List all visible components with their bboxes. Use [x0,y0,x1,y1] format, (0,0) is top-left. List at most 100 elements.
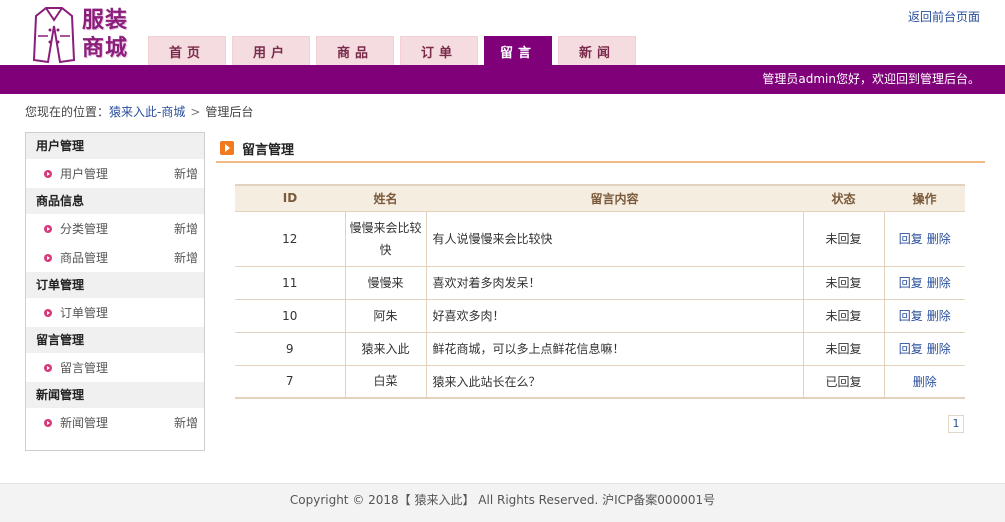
logo-text-line2: 商城 [82,35,129,61]
cell-content: 有人说慢慢来会比较快 [426,211,804,267]
sidebar-add-news-link[interactable]: 新增 [174,414,198,431]
cell-status: 未回复 [803,211,885,267]
cell-name: 慢慢来 [345,266,427,300]
cell-actions: 回复 删除 [884,299,965,333]
bullet-arrow-icon [44,308,52,317]
cell-id: 7 [235,365,346,399]
breadcrumb-home-link[interactable]: 猿来入此-商城 [109,105,185,119]
main-nav-tabs: 首页 用户 商品 订单 留言 新闻 [148,36,642,66]
breadcrumb-current: 管理后台 [205,105,254,119]
cell-status: 未回复 [803,332,885,366]
cell-id: 12 [235,211,346,267]
sidebar-item-label[interactable]: 分类管理 [60,220,174,237]
sidebar-add-product-link[interactable]: 新增 [174,249,198,266]
cell-content: 猿来入此站长在么？ [426,365,804,399]
cell-actions: 回复 删除 [884,332,965,366]
column-header-name: 姓名 [345,184,426,212]
sidebar-group-orders-title: 订单管理 [26,272,204,298]
column-header-status: 状态 [803,184,884,212]
cell-id: 11 [235,266,346,300]
sidebar-item-category-management[interactable]: 分类管理 新增 [26,214,204,243]
logo-text-line1: 服装 [82,7,129,33]
cell-content: 喜欢对着多肉发呆！ [426,266,804,300]
breadcrumb-separator: > [190,105,201,119]
back-to-frontend-link[interactable]: 返回前台页面 [908,8,980,25]
cell-actions: 回复 删除 [884,266,965,300]
sidebar-item-label[interactable]: 用户管理 [60,165,174,182]
breadcrumb-prefix: 您现在的位置： [25,105,110,119]
delete-link[interactable]: 删除 [913,375,937,389]
column-header-actions: 操作 [884,184,965,212]
cell-status: 未回复 [803,266,885,300]
welcome-text: 管理员admin您好，欢迎回到管理后台。 [762,72,980,86]
welcome-bar: 管理员admin您好，欢迎回到管理后台。 [0,65,1005,94]
sidebar-item-label[interactable]: 新闻管理 [60,414,174,431]
cell-content: 鲜花商城，可以多上点鲜花信息嘛！ [426,332,804,366]
cell-name: 猿来入此 [345,332,427,366]
column-header-content: 留言内容 [426,184,803,212]
arrow-right-icon [220,141,234,155]
logo[interactable]: 服装 商城 [28,4,140,64]
tab-orders[interactable]: 订单 [400,36,478,65]
cell-name: 白菜 [345,365,427,399]
tab-products[interactable]: 商品 [316,36,394,65]
footer: Copyright © 2018【 猿来入此】 All Rights Reser… [0,483,1005,522]
sidebar-item-order-management[interactable]: 订单管理 [26,298,204,327]
sidebar-add-category-link[interactable]: 新增 [174,220,198,237]
cell-name: 慢慢来会比较快 [345,211,427,267]
reply-link[interactable]: 回复 [899,232,923,246]
messages-table: ID 姓名 留言内容 状态 操作 12 慢慢来会比较快 有人说慢慢来会比较快 未… [235,184,965,399]
table-row: 11 慢慢来 喜欢对着多肉发呆！ 未回复 回复 删除 [235,266,965,300]
delete-link[interactable]: 删除 [927,342,951,356]
sidebar-group-messages-title: 留言管理 [26,327,204,353]
sidebar-item-label[interactable]: 留言管理 [60,359,198,376]
table-row: 7 白菜 猿来入此站长在么？ 已回复 删除 [235,365,965,399]
sidebar: 用户管理 用户管理 新增 商品信息 分类管理 新增 商品管理 新增 订单管理 订… [25,132,205,451]
table-row: 10 阿朱 好喜欢多肉！ 未回复 回复 删除 [235,299,965,333]
delete-link[interactable]: 删除 [927,232,951,246]
bullet-arrow-icon [44,363,52,372]
cell-content: 好喜欢多肉！ [426,299,804,333]
sidebar-group-users-title: 用户管理 [26,133,204,159]
sidebar-item-product-management[interactable]: 商品管理 新增 [26,243,204,272]
section-title: 留言管理 [216,135,985,163]
cell-status: 未回复 [803,299,885,333]
logo-text: 服装 商城 [82,6,128,62]
cell-actions: 回复 删除 [884,211,965,267]
section-title-text: 留言管理 [242,142,295,158]
sidebar-item-news-management[interactable]: 新闻管理 新增 [26,408,204,437]
cell-name: 阿朱 [345,299,427,333]
table-row: 12 慢慢来会比较快 有人说慢慢来会比较快 未回复 回复 删除 [235,211,965,267]
tab-news[interactable]: 新闻 [558,36,636,65]
bullet-arrow-icon [44,224,52,233]
breadcrumb: 您现在的位置：猿来入此-商城 > 管理后台 [25,103,253,120]
table-row: 9 猿来入此 鲜花商城，可以多上点鲜花信息嘛！ 未回复 回复 删除 [235,332,965,366]
sidebar-add-user-link[interactable]: 新增 [174,165,198,182]
column-header-id: ID [235,184,345,212]
delete-link[interactable]: 删除 [927,276,951,290]
pagination-page-1[interactable]: 1 [948,415,964,433]
reply-link[interactable]: 回复 [899,342,923,356]
sidebar-item-message-management[interactable]: 留言管理 [26,353,204,382]
bullet-arrow-icon [44,418,52,427]
tab-messages[interactable]: 留言 [484,36,552,66]
cell-status: 已回复 [803,365,885,399]
cell-id: 10 [235,299,346,333]
tab-users[interactable]: 用户 [232,36,310,65]
sidebar-group-products-title: 商品信息 [26,188,204,214]
footer-copyright: Copyright © 2018【 猿来入此】 All Rights Reser… [289,493,716,507]
cell-id: 9 [235,332,346,366]
reply-link[interactable]: 回复 [899,276,923,290]
sidebar-item-user-management[interactable]: 用户管理 新增 [26,159,204,188]
reply-link[interactable]: 回复 [899,309,923,323]
cell-actions: 删除 [884,365,965,399]
table-header-row: ID 姓名 留言内容 状态 操作 [235,184,965,212]
sidebar-group-news-title: 新闻管理 [26,382,204,408]
sidebar-item-label[interactable]: 订单管理 [60,304,198,321]
delete-link[interactable]: 删除 [927,309,951,323]
tab-home[interactable]: 首页 [148,36,226,65]
coat-icon [32,7,76,64]
sidebar-item-label[interactable]: 商品管理 [60,249,174,266]
bullet-arrow-icon [44,169,52,178]
bullet-arrow-icon [44,253,52,262]
